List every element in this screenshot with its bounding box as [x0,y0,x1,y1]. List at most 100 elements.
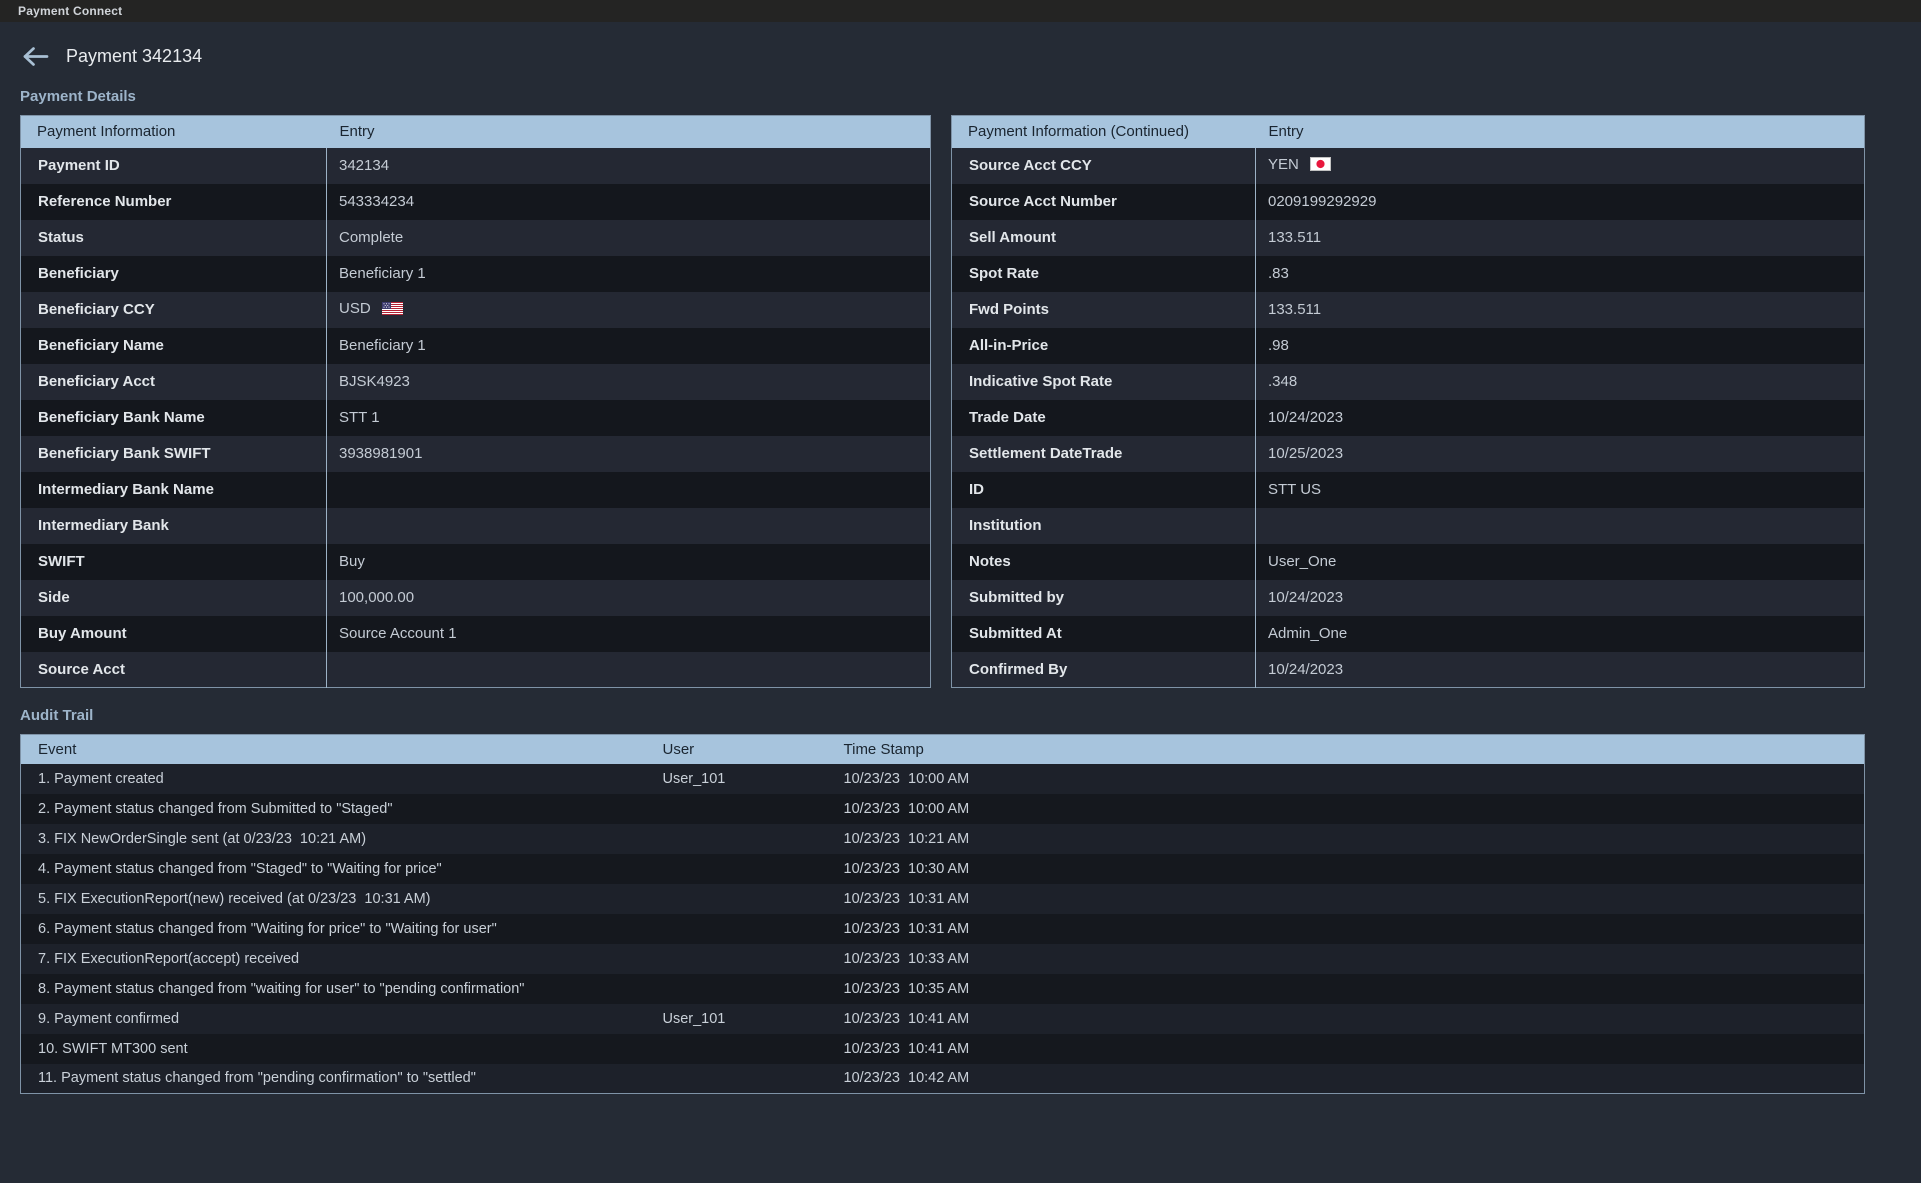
audit-user-cell [646,914,827,944]
audit-user-cell [646,1064,827,1094]
audit-user-cell [646,854,827,884]
audit-trail-row: 1. Payment createdUser_10110/23/23 10:00… [21,764,1865,794]
table-row: All-in-Price.98 [952,328,1865,364]
jp-flag-icon [1310,158,1331,175]
field-value-cell: 100,000.00 [327,580,931,616]
field-label-cell: ID [952,472,1256,508]
audit-user-cell [646,974,827,1004]
field-label-cell: Spot Rate [952,256,1256,292]
field-value-text: STT US [1268,481,1321,498]
column-header: Payment Information [21,116,327,148]
audit-event-cell: 10. SWIFT MT300 sent [21,1034,646,1064]
field-value-text: USD [339,300,371,317]
field-value-text: .348 [1268,373,1297,390]
audit-event-cell: 8. Payment status changed from "waiting … [21,974,646,1004]
field-label-cell: Submitted At [952,616,1256,652]
table-row: Beneficiary NameBeneficiary 1 [21,328,931,364]
table-row: Intermediary Bank [21,508,931,544]
field-label-cell: Trade Date [952,400,1256,436]
audit-trail-table: Event User Time Stamp 1. Payment created… [20,734,1865,1094]
field-value-cell: 133.511 [1256,220,1865,256]
audit-user-cell: User_101 [646,1004,827,1034]
audit-event-cell: 1. Payment created [21,764,646,794]
table-row: Side100,000.00 [21,580,931,616]
audit-timestamp-cell: 10/23/23 10:00 AM [827,794,1865,824]
field-value-cell: Buy [327,544,931,580]
field-label-cell: Beneficiary CCY [21,292,327,328]
table-row: Trade Date 10/24/2023 [952,400,1865,436]
field-value-cell [1256,508,1865,544]
table-row: Spot Rate.83 [952,256,1865,292]
app-title: Payment Connect [18,4,122,18]
table-header-row: Event User Time Stamp [21,735,1865,764]
field-label-cell: Side [21,580,327,616]
audit-event-cell: 5. FIX ExecutionReport(new) received (at… [21,884,646,914]
field-label-cell: Institution [952,508,1256,544]
field-value-cell: Source Account 1 [327,616,931,652]
field-value-text: 10/24/2023 [1268,589,1343,606]
table-row: Source Acct [21,652,931,688]
field-value-cell: User_One [1256,544,1865,580]
field-value-cell [327,472,931,508]
field-value-text: Admin_One [1268,625,1347,642]
audit-timestamp-cell: 10/23/23 10:31 AM [827,884,1865,914]
table-row: Submitted At Admin_One [952,616,1865,652]
field-value-cell: 342134 [327,148,931,184]
page-header: Payment 342134 [20,36,1865,76]
column-header: Event [21,735,646,764]
audit-user-cell [646,944,827,974]
table-row: Confirmed By 10/24/2023 [952,652,1865,688]
table-row: StatusComplete [21,220,931,256]
table-row: Submitted by 10/24/2023 [952,580,1865,616]
field-value-text: 10/24/2023 [1268,409,1343,426]
audit-event-cell: 11. Payment status changed from "pending… [21,1064,646,1094]
field-value-cell: USD [327,292,931,328]
field-value-cell: Beneficiary 1 [327,256,931,292]
audit-user-cell [646,824,827,854]
field-label-cell: Fwd Points [952,292,1256,328]
field-value-text: YEN [1268,156,1299,173]
audit-event-cell: 9. Payment confirmed [21,1004,646,1034]
audit-trail-row: 3. FIX NewOrderSingle sent (at 0/23/23 1… [21,824,1865,854]
field-value-cell: Beneficiary 1 [327,328,931,364]
field-value-text: 10/25/2023 [1268,445,1343,462]
audit-trail-row: 9. Payment confirmedUser_10110/23/23 10:… [21,1004,1865,1034]
table-row: Indicative Spot Rate.348 [952,364,1865,400]
field-value-cell: 10/24/2023 [1256,580,1865,616]
table-row: Source Acct CCY YEN [952,148,1865,184]
field-value-text: STT 1 [339,409,380,426]
audit-timestamp-cell: 10/23/23 10:21 AM [827,824,1865,854]
field-value-text: 3938981901 [339,445,422,462]
table-row: ID STT US [952,472,1865,508]
field-value-text: 10/24/2023 [1268,661,1343,678]
table-row: Beneficiary AcctBJSK4923 [21,364,931,400]
audit-trail-row: 8. Payment status changed from "waiting … [21,974,1865,1004]
field-label-cell: Sell Amount [952,220,1256,256]
field-value-cell: Admin_One [1256,616,1865,652]
table-row: Reference Number543334234 [21,184,931,220]
table-row: Payment ID342134 [21,148,931,184]
field-value-text: 0209199292929 [1268,193,1376,210]
field-label-cell: Source Acct CCY [952,148,1256,184]
field-label-cell: Settlement DateTrade [952,436,1256,472]
field-label-cell: Confirmed By [952,652,1256,688]
table-row: Beneficiary Bank SWIFT 3938981901 [21,436,931,472]
column-header: Payment Information (Continued) [952,116,1256,148]
table-row: BeneficiaryBeneficiary 1 [21,256,931,292]
field-value-text: Source Account 1 [339,625,457,642]
field-label-cell: Beneficiary Bank SWIFT [21,436,327,472]
field-label-cell: Submitted by [952,580,1256,616]
field-label-cell: Beneficiary Acct [21,364,327,400]
field-value-text: .98 [1268,337,1289,354]
table-header-row: Payment Information (Continued) Entry [952,116,1865,148]
table-row: Institution [952,508,1865,544]
field-value-text: User_One [1268,553,1336,570]
field-value-text: Complete [339,229,403,246]
back-button[interactable] [20,44,51,69]
field-value-cell: YEN [1256,148,1865,184]
audit-timestamp-cell: 10/23/23 10:41 AM [827,1034,1865,1064]
audit-trail-row: 2. Payment status changed from Submitted… [21,794,1865,824]
audit-timestamp-cell: 10/23/23 10:00 AM [827,764,1865,794]
field-value-text: Beneficiary 1 [339,337,426,354]
table-row: Buy AmountSource Account 1 [21,616,931,652]
